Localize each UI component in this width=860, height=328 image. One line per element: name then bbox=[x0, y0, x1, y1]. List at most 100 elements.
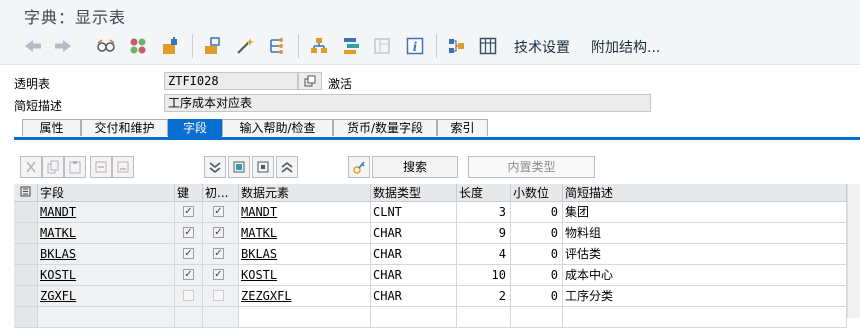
checkbox-checked[interactable]: ✓ bbox=[213, 269, 224, 280]
tab-attributes[interactable]: 属性 bbox=[22, 119, 81, 136]
decimals-cell[interactable]: 0 bbox=[511, 286, 563, 307]
data-type-cell[interactable]: CHAR bbox=[371, 223, 457, 244]
checkbox-checked[interactable]: ✓ bbox=[183, 227, 194, 238]
search-button[interactable]: 搜索 bbox=[372, 156, 458, 178]
key-search-icon[interactable] bbox=[348, 156, 370, 178]
table-name-field[interactable]: ZTFI028 bbox=[164, 72, 298, 90]
row-selector[interactable] bbox=[14, 202, 38, 223]
initial-checkbox-cell[interactable]: ✓ bbox=[203, 244, 239, 265]
copy-icon[interactable] bbox=[298, 72, 322, 90]
length-cell[interactable]: 2 bbox=[457, 286, 511, 307]
other-object-icon[interactable] bbox=[127, 35, 149, 57]
column-header-length[interactable]: 长度 bbox=[457, 184, 511, 202]
delete-row-icon[interactable] bbox=[112, 156, 134, 178]
short-description-cell[interactable]: 工序分类 bbox=[563, 286, 847, 307]
short-description-cell[interactable]: 成本中心 bbox=[563, 265, 847, 286]
row-selector[interactable] bbox=[14, 244, 38, 265]
glasses-icon[interactable] bbox=[95, 35, 117, 57]
decimals-cell[interactable]: 0 bbox=[511, 223, 563, 244]
column-header-key[interactable]: 键 bbox=[175, 184, 203, 202]
initial-checkbox-cell[interactable]: ✓ bbox=[203, 223, 239, 244]
collapse-icon[interactable] bbox=[204, 156, 226, 178]
data-element-cell[interactable]: MATKL bbox=[239, 223, 371, 244]
tab-delivery-maintenance[interactable]: 交付和维护 bbox=[81, 119, 168, 136]
key-checkbox-cell[interactable]: ✓ bbox=[175, 265, 203, 286]
table-row[interactable]: KOSTL ✓ ✓ KOSTL CHAR 10 0 成本中心 bbox=[14, 265, 860, 286]
short-description-cell[interactable]: 物料组 bbox=[563, 223, 847, 244]
key-checkbox-cell[interactable]: ✓ bbox=[175, 244, 203, 265]
table-row[interactable]: MANDT ✓ ✓ MANDT CLNT 3 0 集团 bbox=[14, 202, 860, 223]
navigate-icon[interactable] bbox=[340, 35, 362, 57]
column-header-field[interactable]: 字段 bbox=[38, 184, 175, 202]
vertical-scrollbar[interactable] bbox=[847, 184, 860, 318]
column-header-data-element[interactable]: 数据元素 bbox=[239, 184, 371, 202]
data-type-cell[interactable]: CLNT bbox=[371, 202, 457, 223]
decimals-cell[interactable]: 0 bbox=[511, 244, 563, 265]
checkbox-checked[interactable]: ✓ bbox=[183, 248, 194, 259]
copy-row-icon[interactable] bbox=[42, 156, 64, 178]
append-structure-button[interactable]: 附加结构... bbox=[591, 37, 660, 57]
hierarchy-icon[interactable] bbox=[266, 35, 288, 57]
data-type-cell[interactable]: CHAR bbox=[371, 244, 457, 265]
checkbox-checked[interactable]: ✓ bbox=[213, 227, 224, 238]
tab-currency-quantity-fields[interactable]: 货币/数量字段 bbox=[333, 119, 437, 136]
checkbox-checked[interactable]: ✓ bbox=[183, 269, 194, 280]
checkbox-checked[interactable]: ✓ bbox=[183, 206, 194, 217]
row-selector[interactable] bbox=[14, 223, 38, 244]
tech-settings-button[interactable]: 技术设置 bbox=[514, 37, 570, 57]
initial-checkbox-cell[interactable]: ✓ bbox=[203, 202, 239, 223]
select-block-icon[interactable] bbox=[228, 156, 250, 178]
tab-fields[interactable]: 字段 bbox=[168, 119, 222, 138]
field-name-cell[interactable]: BKLAS bbox=[38, 244, 175, 265]
column-header-short-description[interactable]: 简短描述 bbox=[563, 184, 847, 202]
info-icon[interactable]: i bbox=[404, 35, 426, 57]
decimals-cell[interactable]: 0 bbox=[511, 202, 563, 223]
data-type-cell[interactable]: CHAR bbox=[371, 265, 457, 286]
back-icon[interactable] bbox=[22, 35, 44, 57]
decimals-cell[interactable]: 0 bbox=[511, 265, 563, 286]
tab-indexes[interactable]: 索引 bbox=[437, 119, 488, 136]
display-icon[interactable] bbox=[371, 35, 393, 57]
short-description-cell[interactable]: 评估类 bbox=[563, 244, 847, 265]
initial-checkbox-cell[interactable] bbox=[203, 286, 239, 307]
key-checkbox-cell[interactable]: ✓ bbox=[175, 202, 203, 223]
table-row[interactable]: BKLAS ✓ ✓ BKLAS CHAR 4 0 评估类 bbox=[14, 244, 860, 265]
object-list-icon[interactable] bbox=[308, 35, 330, 57]
row-selector[interactable] bbox=[14, 265, 38, 286]
short-description-cell[interactable]: 集团 bbox=[563, 202, 847, 223]
deselect-icon[interactable] bbox=[252, 156, 274, 178]
length-cell[interactable]: 10 bbox=[457, 265, 511, 286]
checkbox-unchecked[interactable] bbox=[213, 290, 224, 301]
grid-icon[interactable] bbox=[477, 35, 499, 57]
data-type-cell[interactable]: CHAR bbox=[371, 286, 457, 307]
checkbox-unchecked[interactable] bbox=[183, 290, 194, 301]
length-cell[interactable]: 3 bbox=[457, 202, 511, 223]
tab-input-help-check[interactable]: 输入帮助/检查 bbox=[222, 119, 333, 136]
checkbox-checked[interactable]: ✓ bbox=[213, 206, 224, 217]
where-used-icon[interactable] bbox=[202, 35, 224, 57]
structure-icon[interactable] bbox=[446, 35, 468, 57]
paste-icon[interactable] bbox=[64, 156, 86, 178]
length-cell[interactable]: 9 bbox=[457, 223, 511, 244]
field-name-cell[interactable]: ZGXFL bbox=[38, 286, 175, 307]
key-checkbox-cell[interactable]: ✓ bbox=[175, 223, 203, 244]
insert-row-icon[interactable] bbox=[90, 156, 112, 178]
length-cell[interactable]: 4 bbox=[457, 244, 511, 265]
field-name-cell[interactable]: KOSTL bbox=[38, 265, 175, 286]
row-selector-header[interactable] bbox=[14, 184, 38, 202]
column-header-data-type[interactable]: 数据类型 bbox=[371, 184, 457, 202]
data-element-cell[interactable]: KOSTL bbox=[239, 265, 371, 286]
table-row[interactable]: ZGXFL ZEZGXFL CHAR 2 0 工序分类 bbox=[14, 286, 860, 307]
magic-wand-icon[interactable] bbox=[234, 35, 256, 57]
row-selector[interactable] bbox=[14, 286, 38, 307]
field-name-cell[interactable]: MANDT bbox=[38, 202, 175, 223]
table-row[interactable]: MATKL ✓ ✓ MATKL CHAR 9 0 物料组 bbox=[14, 223, 860, 244]
builtin-type-button[interactable]: 内置类型 bbox=[468, 156, 595, 178]
field-name-cell[interactable]: MATKL bbox=[38, 223, 175, 244]
forward-icon[interactable] bbox=[52, 35, 74, 57]
key-checkbox-cell[interactable] bbox=[175, 286, 203, 307]
column-header-initial[interactable]: 初... bbox=[203, 184, 239, 202]
description-field[interactable]: 工序成本对应表 bbox=[164, 94, 651, 112]
expand-icon[interactable] bbox=[276, 156, 298, 178]
initial-checkbox-cell[interactable]: ✓ bbox=[203, 265, 239, 286]
